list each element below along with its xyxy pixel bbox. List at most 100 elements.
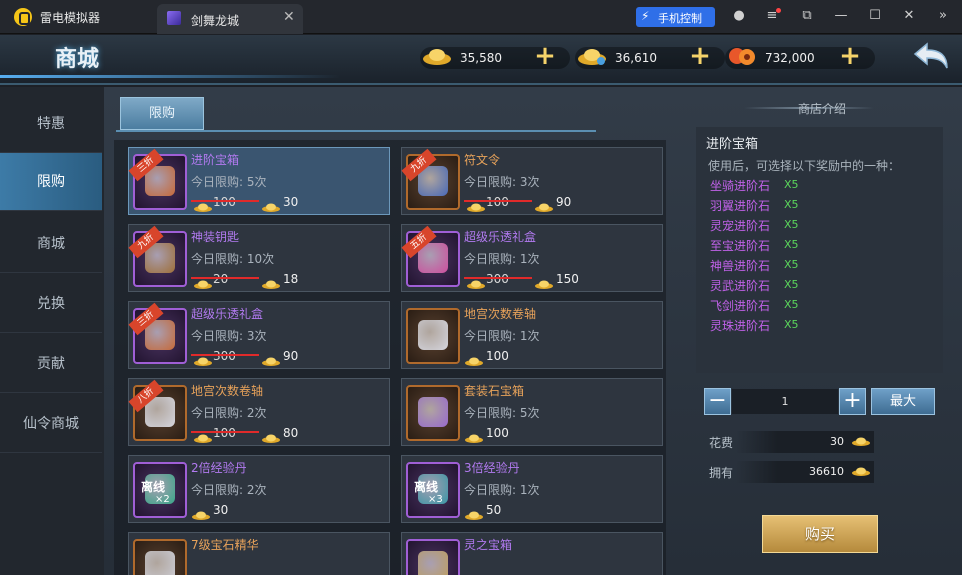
decrease-qty-button[interactable]: − [704,388,731,415]
sidebar-item-limited[interactable]: 限购 [0,153,102,211]
expand-sidebar-icon[interactable]: » [935,8,951,23]
shop-intro-label[interactable]: 商店介绍 [798,100,846,117]
sidebar-item-immortal-shop[interactable]: 仙令商城 [0,395,102,453]
shop-item-card[interactable]: 套装石宝箱 今日限购: 5次 100 [401,378,663,446]
qty-input[interactable]: 1 [732,389,838,414]
reward-name: 羽翼进阶石 [710,199,771,213]
original-price: 300 [486,272,509,286]
shop-item-card[interactable]: 八折 地宫次数卷轴 今日限购: 2次 100 80 [128,378,390,446]
sale-price: 150 [556,272,579,286]
emulator-logo-icon [14,8,32,26]
shop-item-card[interactable]: 地宫次数卷轴 今日限购: 1次 100 [401,301,663,369]
increase-qty-button[interactable]: + [839,388,866,415]
popout-icon[interactable]: ⧉ [799,8,815,23]
app-tab[interactable]: 剑舞龙城 ✕ [157,4,303,34]
sale-price: 30 [283,195,299,209]
shop-item-card[interactable]: 离线 ×3 3倍经验丹 今日限购: 1次 50 [401,455,663,523]
owned-label: 拥有 [709,466,734,480]
item-name: 地宫次数卷轴 [191,384,264,398]
shop-item-card[interactable]: 三折 进阶宝箱 今日限购: 5次 100 30 [128,147,390,215]
item-name: 超级乐透礼盒 [191,307,264,321]
item-art-icon [418,551,448,575]
shop-item-card[interactable]: 五折 超级乐透礼盒 今日限购: 1次 300 150 [401,224,663,292]
currency-bound: 36,610 + [575,42,725,72]
add-bound-button[interactable]: + [687,43,713,70]
ingot-icon [466,197,486,212]
shop-item-card[interactable]: 离线 ×2 2倍经验丹 今日限购: 2次 30 [128,455,390,523]
reward-name: 至宝进阶石 [710,239,771,253]
multiplier-badge: ×2 [155,494,170,505]
item-thumbnail [406,308,460,364]
detail-title: 进阶宝箱 [706,137,759,152]
multiplier-badge: ×3 [428,494,443,505]
reward-count: X5 [784,198,799,211]
sidebar-item-shop[interactable]: 商城 [0,215,102,273]
original-price: 20 [213,272,229,286]
shop-item-card[interactable]: 三折 超级乐透礼盒 今日限购: 3次 300 90 [128,301,390,369]
purchase-limit: 今日限购: 1次 [464,483,540,497]
item-name: 灵之宝箱 [464,538,513,552]
ingot-icon [261,428,281,443]
ingot-icon [261,197,281,212]
currency-bound-value: 36,610 [615,51,657,65]
maximize-icon[interactable]: ☐ [867,8,883,23]
item-thumbnail [133,539,187,575]
max-qty-button[interactable]: 最大 [871,388,935,415]
close-icon[interactable]: ✕ [901,8,917,23]
sidebar-item-contribution[interactable]: 贡献 [0,335,102,393]
phone-control-button[interactable]: ⚡ 手机控制 [636,7,715,27]
reward-name: 飞剑进阶石 [710,299,771,313]
tab-limited[interactable]: 限购 [120,97,204,130]
price-strikethrough [464,277,532,279]
shop-header: 商城 35,580 + 36,610 + 732,000 + [0,35,962,85]
shop-item-card[interactable]: 九折 神装钥匙 今日限购: 10次 20 18 [128,224,390,292]
item-thumbnail: 八折 [128,379,187,441]
cost-value: 30 [830,435,844,448]
offline-badge: 离线 [141,480,166,494]
item-grid[interactable]: 三折 进阶宝箱 今日限购: 5次 100 30 九折 符文令 今日限购: 3次 100 90 九折神… [114,140,666,575]
back-arrow-icon[interactable] [907,40,953,74]
reward-count: X5 [784,218,799,231]
price-strikethrough [191,277,259,279]
notification-dot [776,8,781,13]
item-art-icon [418,397,448,427]
ingot-icon [261,274,281,289]
shop-item-card[interactable]: 灵之宝箱 [401,532,663,575]
sale-price: 90 [283,349,299,363]
item-name: 进阶宝箱 [191,153,240,167]
shop-main: 限购 三折 进阶宝箱 今日限购: 5次 100 30 九折 符文令 今日限购: 3次 100 90… [104,87,962,575]
item-name: 7级宝石精华 [191,538,259,552]
shop-item-card[interactable]: 九折 符文令 今日限购: 3次 100 90 [401,147,663,215]
user-icon[interactable]: ● [731,8,747,23]
reward-name: 灵珠进阶石 [710,319,771,333]
sale-price: 100 [486,349,509,363]
ingot-icon [466,274,486,289]
tab-close-icon[interactable]: ✕ [283,9,295,25]
offline-badge: 离线 [414,480,439,494]
currency-gold: 35,580 + [420,42,570,72]
category-sidebar: 特惠 限购 商城 兑换 贡献 仙令商城 [0,87,104,575]
purchase-limit: 今日限购: 2次 [191,406,267,420]
detail-description: 使用后，可选择以下奖励中的一种： [708,159,901,173]
ingot-icon [534,197,554,212]
add-gold-button[interactable]: + [532,43,558,70]
minimize-icon[interactable]: — [833,8,849,23]
sale-price: 80 [283,426,299,440]
reward-name: 灵武进阶石 [710,279,771,293]
item-art-icon [418,320,448,350]
ingot-icon [193,197,213,212]
ingot-icon [852,437,870,446]
coins-icon [729,48,755,65]
purchase-limit: 今日限购: 5次 [191,175,267,189]
item-thumbnail: 三折 [128,302,187,364]
sidebar-item-exchange[interactable]: 兑换 [0,275,102,333]
item-detail-panel: 进阶宝箱 使用后，可选择以下奖励中的一种： 坐骑进阶石 X5 羽翼进阶石 X5 灵宠进阶… [696,127,943,373]
item-thumbnail: 三折 [128,148,187,210]
add-coins-button[interactable]: + [837,43,863,70]
shop-item-card[interactable]: 7级宝石精华 [128,532,390,575]
original-price: 100 [486,195,509,209]
buy-button[interactable]: 购买 [762,515,878,553]
sidebar-item-special[interactable]: 特惠 [0,95,102,153]
ingot-icon [464,351,484,366]
reward-count: X5 [784,318,799,331]
